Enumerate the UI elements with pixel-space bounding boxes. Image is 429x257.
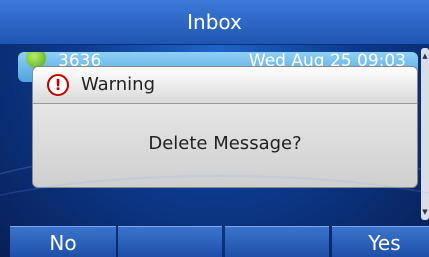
dialog-title: Warning <box>81 74 156 95</box>
softkey-bar: No Yes <box>0 226 429 257</box>
no-button[interactable]: No <box>10 226 116 257</box>
page-title: Inbox <box>0 0 429 45</box>
dialog-header: ! Warning <box>33 67 417 104</box>
scroll-down-icon[interactable]: ▼ <box>421 208 429 216</box>
dialog-message: Delete Message? <box>33 104 417 187</box>
yes-button[interactable]: Yes <box>332 226 429 257</box>
warning-dialog: ! Warning Delete Message? <box>32 66 418 188</box>
warning-icon: ! <box>47 74 69 96</box>
scroll-up-icon[interactable]: ▲ <box>421 52 429 60</box>
scrollbar[interactable] <box>421 48 429 220</box>
softkey-3[interactable] <box>225 226 329 257</box>
phone-screen: Inbox 3636 Wed Aug 25 09:03 ▲ ▼ ! Warnin… <box>0 0 429 257</box>
softkey-2[interactable] <box>118 226 222 257</box>
